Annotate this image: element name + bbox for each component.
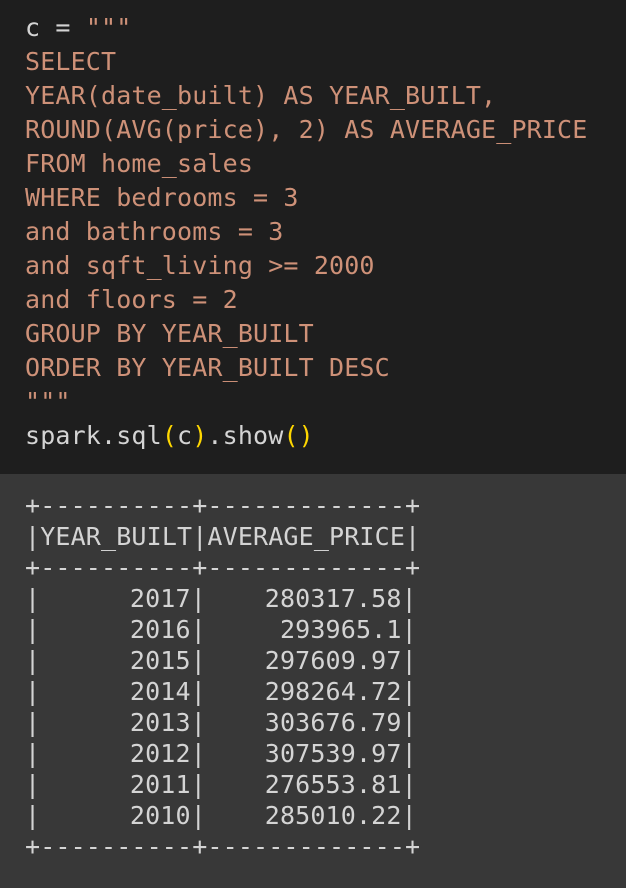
table-row: | 2017| 280317.58| (25, 584, 417, 613)
year-built-cell: 2012 (129, 739, 191, 768)
table-row: | 2011| 276553.81| (25, 770, 417, 799)
year-built-cell: 2010 (129, 801, 191, 830)
table-border-top: +----------+-------------+ (25, 491, 421, 520)
table-header: |YEAR_BUILT|AVERAGE_PRICE| (25, 522, 421, 551)
sql-line: GROUP BY YEAR_BUILT (25, 319, 314, 348)
lparen: ( (161, 421, 178, 450)
sql-line: and sqft_living >= 2000 (25, 251, 375, 280)
table-row: | 2014| 298264.72| (25, 677, 417, 706)
year-built-cell: 2011 (129, 770, 191, 799)
call-prefix: spark.sql (25, 421, 162, 450)
output-area: +----------+-------------+ |YEAR_BUILT|A… (0, 474, 626, 862)
sql-line: SELECT (25, 47, 117, 76)
average-price-cell: 285010.22 (264, 801, 402, 830)
column-header-average-price: AVERAGE_PRICE (207, 522, 406, 551)
average-price-cell: 303676.79 (264, 708, 402, 737)
table-border-mid: +----------+-------------+ (25, 553, 421, 582)
empty-parens: () (283, 421, 314, 450)
sql-line: YEAR(date_built) AS YEAR_BUILT, (25, 81, 497, 110)
average-price-cell: 276553.81 (264, 770, 402, 799)
year-built-cell: 2016 (129, 615, 191, 644)
code-cell[interactable]: c = """ SELECT YEAR(date_built) AS YEAR_B… (0, 0, 626, 474)
year-built-cell: 2013 (129, 708, 191, 737)
table-row: | 2012| 307539.97| (25, 739, 417, 768)
table-row: | 2015| 297609.97| (25, 646, 417, 675)
average-price-cell: 293965.1 (279, 615, 402, 644)
open-quote: """ (85, 13, 132, 42)
average-price-cell: 297609.97 (264, 646, 402, 675)
sql-line: and bathrooms = 3 (25, 217, 284, 246)
table-row: | 2016| 293965.1| (25, 615, 417, 644)
table-border-bottom: +----------+-------------+ (25, 832, 421, 861)
average-price-cell: 307539.97 (264, 739, 402, 768)
close-quote: """ (25, 387, 71, 416)
assign-text: c = (25, 13, 86, 42)
call-arg: c (177, 421, 193, 450)
average-price-cell: 280317.58 (264, 584, 402, 613)
code-line-assign: c = """ (25, 11, 626, 45)
year-built-cell: 2014 (129, 677, 191, 706)
rparen: ) (192, 421, 208, 450)
sql-line: FROM home_sales (25, 149, 254, 178)
average-price-cell: 298264.72 (264, 677, 402, 706)
sql-line: and floors = 2 (25, 285, 238, 314)
year-built-cell: 2015 (129, 646, 191, 675)
table-row: | 2010| 285010.22| (25, 801, 417, 830)
sql-line: WHERE bedrooms = 3 (25, 183, 299, 212)
year-built-cell: 2017 (129, 584, 191, 613)
call-method: .show (207, 421, 284, 450)
sql-line: ROUND(AVG(price), 2) AS AVERAGE_PRICE (25, 115, 588, 144)
sql-line: ORDER BY YEAR_BUILT DESC (25, 353, 390, 382)
code-line-call: spark.sql(c).show() (25, 419, 626, 453)
column-header-year-built: YEAR_BUILT (40, 522, 193, 551)
table-row: | 2013| 303676.79| (25, 708, 417, 737)
